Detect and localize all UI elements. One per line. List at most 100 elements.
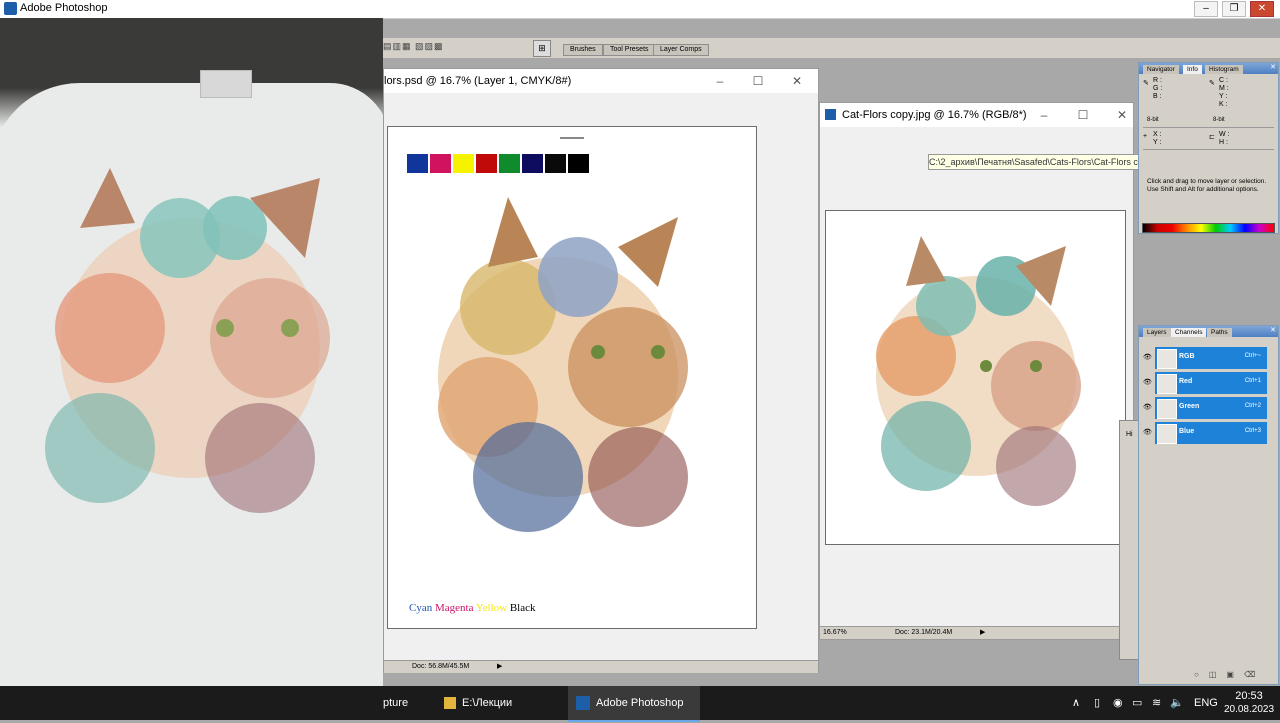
channel-name: Blue bbox=[1179, 428, 1195, 435]
tray-volume-icon[interactable]: 🔈 bbox=[1170, 686, 1184, 720]
panel-close-icon-2[interactable]: ✕ bbox=[1270, 326, 1276, 334]
tab-navigator[interactable]: Navigator bbox=[1143, 65, 1179, 74]
document-title-bar-2: Cat-Flors copy.jpg @ 16.7% (RGB/8*) – ☐ … bbox=[820, 103, 1133, 127]
tab-layers[interactable]: Layers bbox=[1143, 328, 1171, 337]
rgb-readout: R : G : B : bbox=[1153, 77, 1163, 100]
channel-row-blue[interactable]: Blue Ctrl+3 bbox=[1155, 422, 1267, 444]
channel-name: RGB bbox=[1179, 353, 1195, 360]
tab-histogram[interactable]: Histogram bbox=[1205, 65, 1243, 74]
document-window-psd[interactable]: lors.psd @ 16.7% (Layer 1, CMYK/8#) – ☐ … bbox=[383, 68, 819, 673]
history-tab[interactable]: Hi bbox=[1126, 431, 1133, 438]
cat-artwork-2 bbox=[876, 236, 1081, 506]
close-button[interactable]: ✕ bbox=[1250, 1, 1274, 17]
channel-shortcut: Ctrl+3 bbox=[1244, 428, 1261, 434]
tray-chevron-icon[interactable]: ∧ bbox=[1072, 686, 1080, 720]
doc-maximize-button[interactable]: ☐ bbox=[747, 69, 769, 93]
size-box-icon: ⊏ bbox=[1209, 134, 1215, 141]
printed-cat-artwork bbox=[45, 168, 330, 513]
folder-icon bbox=[444, 697, 456, 710]
bitdepth-left: 8-bit bbox=[1147, 117, 1159, 123]
canvas-mark bbox=[560, 137, 584, 139]
doc2-maximize-button[interactable]: ☐ bbox=[1072, 103, 1094, 127]
color-swatches bbox=[407, 154, 597, 174]
channel-visibility-eye-icon[interactable]: 👁 bbox=[1143, 422, 1153, 444]
tray-clock[interactable]: 20:53 20.08.2023 bbox=[1223, 689, 1275, 723]
tshirt-label bbox=[200, 70, 252, 98]
tray-language[interactable]: ENG bbox=[1194, 686, 1218, 720]
channel-row-rgb[interactable]: RGB Ctrl+~ bbox=[1155, 347, 1267, 369]
channel-footer-icons[interactable]: ○◫▣⌫ bbox=[1194, 670, 1265, 679]
channels-panel: Layers Channels Paths ✕ 👁 RGB Ctrl+~ 👁 Red Ct… bbox=[1138, 325, 1279, 685]
channel-shortcut: Ctrl+2 bbox=[1244, 403, 1261, 409]
zoom-level[interactable]: 16.67% bbox=[823, 627, 847, 639]
tray-wifi-icon[interactable]: ≋ bbox=[1152, 686, 1161, 720]
taskbar-item-photoshop[interactable]: Adobe Photoshop bbox=[568, 686, 700, 722]
photoshop-doc-icon bbox=[825, 109, 836, 120]
align-icons[interactable]: ▤▥▦ ▧▨▩ bbox=[383, 41, 483, 54]
channel-visibility-eye-icon[interactable]: 👁 bbox=[1143, 347, 1153, 369]
cat-artwork bbox=[438, 197, 688, 532]
doc-close-button[interactable]: ✕ bbox=[786, 69, 808, 93]
taskbar-item-explorer[interactable]: E:\Лекции bbox=[438, 686, 564, 720]
tab-layer-comps[interactable]: Layer Comps bbox=[653, 44, 709, 56]
minimize-button[interactable]: – bbox=[1194, 1, 1218, 17]
channel-thumbnail bbox=[1157, 399, 1177, 419]
photoshop-taskbar-icon bbox=[576, 696, 590, 711]
tab-brushes[interactable]: Brushes bbox=[563, 44, 603, 56]
bitdepth-right: 8-bit bbox=[1213, 117, 1225, 123]
eyedropper-icon-2: ✎ bbox=[1209, 80, 1215, 87]
caption-yellow: Yellow bbox=[475, 602, 508, 614]
info-panel-tabbar: Navigator Info Histogram ✕ bbox=[1139, 63, 1278, 74]
tab-paths[interactable]: Paths bbox=[1207, 328, 1232, 337]
cmyk-caption: Cyan Magenta Yellow Black bbox=[409, 602, 536, 614]
document-window-jpg[interactable]: Cat-Flors copy.jpg @ 16.7% (RGB/8*) – ☐ … bbox=[819, 102, 1134, 640]
channels-panel-tabbar: Layers Channels Paths ✕ bbox=[1139, 326, 1278, 337]
color-swatch bbox=[522, 154, 543, 173]
eyedropper-icon: ✎ bbox=[1143, 80, 1149, 87]
palette-well-icon[interactable]: ⊞ bbox=[533, 40, 551, 57]
tab-info[interactable]: Info bbox=[1183, 65, 1202, 74]
doc-minimize-button[interactable]: – bbox=[709, 69, 731, 93]
taskbar: pture E:\Лекции Adobe Photoshop ∧ ▯ ◉ ▭ … bbox=[0, 686, 1280, 723]
caption-black: Black bbox=[509, 602, 536, 614]
channel-thumbnail bbox=[1157, 349, 1177, 369]
doc2-minimize-button[interactable]: – bbox=[1033, 103, 1055, 127]
tray-network-icon[interactable]: ▭ bbox=[1132, 686, 1142, 720]
caption-cyan: Cyan bbox=[409, 602, 433, 614]
channel-row-green[interactable]: Green Ctrl+2 bbox=[1155, 397, 1267, 419]
divider-2 bbox=[1143, 149, 1274, 150]
document-status-bar: Doc: 56.8M/45.5M ▶ bbox=[384, 660, 818, 673]
document-title: lors.psd @ 16.7% (Layer 1, CMYK/8#) bbox=[384, 75, 572, 87]
tray-mic-icon[interactable]: ◉ bbox=[1113, 686, 1123, 720]
doc-size-readout: Doc: 56.8M/45.5M bbox=[412, 663, 470, 670]
color-swatch bbox=[476, 154, 497, 173]
channel-visibility-eye-icon[interactable]: 👁 bbox=[1143, 397, 1153, 419]
taskbar-item-capture[interactable]: pture bbox=[383, 686, 431, 720]
app-title-bar: Adobe Photoshop – ❐ ✕ bbox=[0, 0, 1280, 19]
color-swatch bbox=[568, 154, 589, 173]
document-title-bar: lors.psd @ 16.7% (Layer 1, CMYK/8#) – ☐ … bbox=[384, 69, 818, 93]
tab-tool-presets[interactable]: Tool Presets bbox=[603, 44, 656, 56]
tab-channels[interactable]: Channels bbox=[1171, 328, 1207, 337]
status-arrow-icon-2[interactable]: ▶ bbox=[980, 627, 985, 639]
status-arrow-icon[interactable]: ▶ bbox=[497, 661, 502, 673]
panel-close-icon[interactable]: ✕ bbox=[1270, 63, 1276, 71]
document-canvas[interactable]: Cyan Magenta Yellow Black bbox=[387, 126, 757, 629]
channel-shortcut: Ctrl+~ bbox=[1244, 353, 1261, 359]
color-swatch bbox=[545, 154, 566, 173]
channel-thumbnail bbox=[1157, 374, 1177, 394]
clock-date: 20.08.2023 bbox=[1223, 704, 1275, 715]
photoshop-logo-icon bbox=[4, 2, 17, 15]
tray-battery-icon[interactable]: ▯ bbox=[1094, 686, 1100, 720]
app-title: Adobe Photoshop bbox=[20, 2, 108, 14]
color-ramp[interactable] bbox=[1142, 223, 1275, 233]
channel-visibility-eye-icon[interactable]: 👁 bbox=[1143, 372, 1153, 394]
channel-row-red[interactable]: Red Ctrl+1 bbox=[1155, 372, 1267, 394]
maximize-button[interactable]: ❐ bbox=[1222, 1, 1246, 17]
history-panel-collapsed[interactable]: Hi bbox=[1119, 420, 1140, 660]
channel-shortcut: Ctrl+1 bbox=[1244, 378, 1261, 384]
document-canvas-2[interactable] bbox=[825, 210, 1126, 545]
caption-magenta: Magenta bbox=[434, 602, 474, 614]
info-panel: Navigator Info Histogram ✕ ✎ R : G : B :… bbox=[1138, 62, 1279, 234]
doc2-close-button[interactable]: ✕ bbox=[1111, 103, 1133, 127]
